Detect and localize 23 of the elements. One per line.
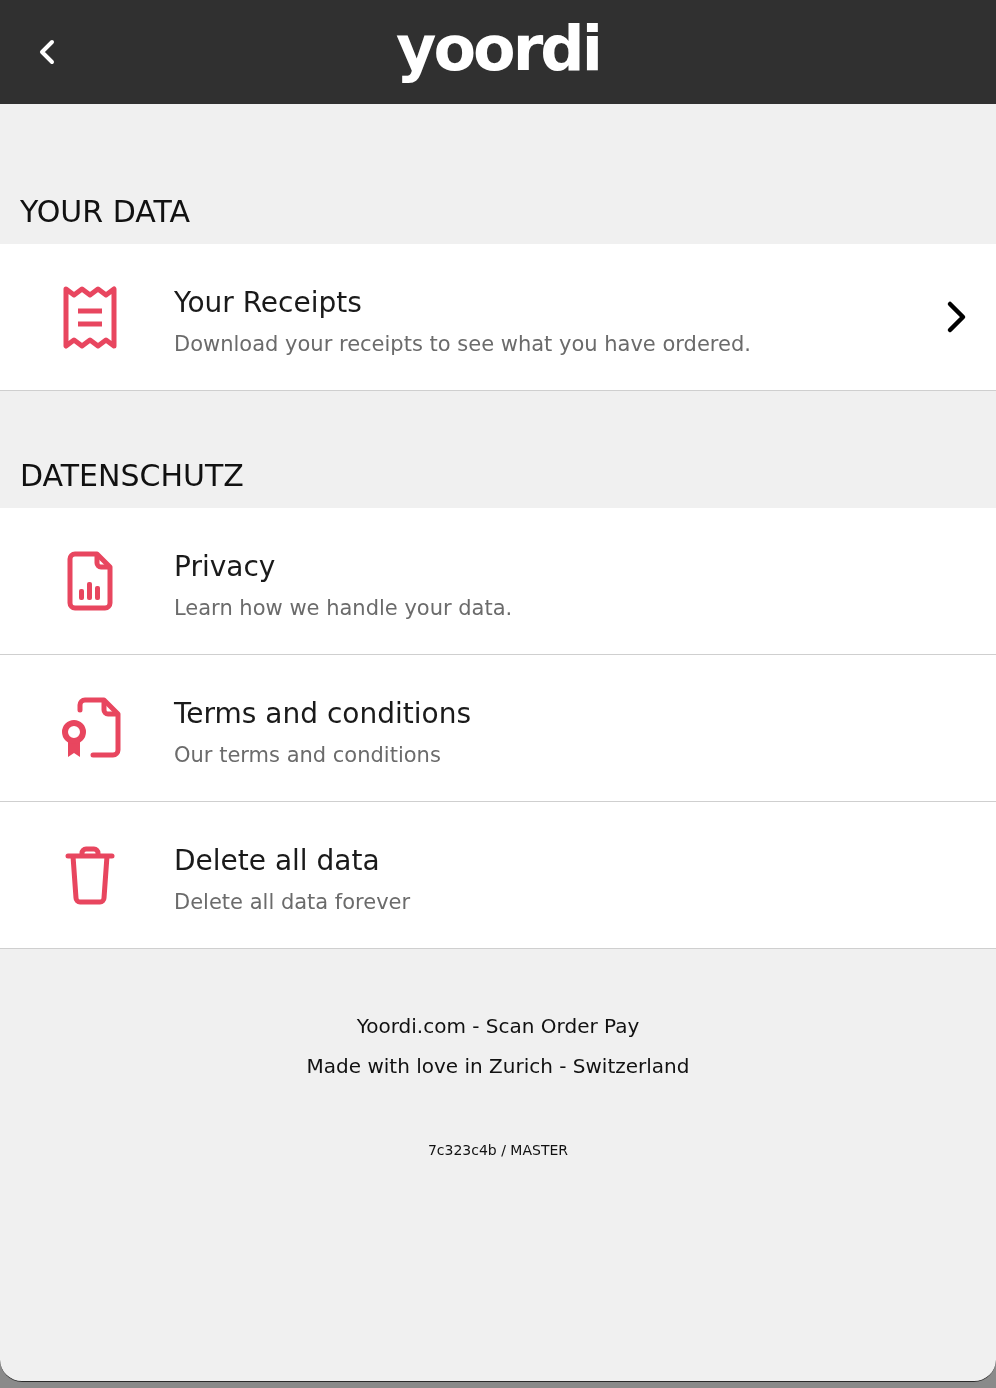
list-item[interactable]: Privacy Learn how we handle your data. bbox=[0, 508, 996, 655]
item-title: Terms and conditions bbox=[174, 696, 472, 732]
item-description: Our terms and conditions bbox=[174, 742, 442, 769]
item-title: Your Receipts bbox=[174, 285, 363, 321]
document-chart-icon bbox=[67, 551, 113, 611]
list-item[interactable]: Your Receipts Download your receipts to see what you have ordered. bbox=[0, 244, 996, 391]
item-title: Delete all data bbox=[174, 843, 381, 879]
section-title: DATENSCHUTZ bbox=[20, 458, 244, 494]
item-description: Download your receipts to see what you have ordered. bbox=[174, 331, 752, 358]
trash-icon bbox=[65, 845, 115, 905]
footer-text: Yoordi.com - Scan Order Pay bbox=[356, 1013, 640, 1040]
receipt-icon bbox=[63, 285, 117, 349]
version-label: 7c323c4b / MASTER bbox=[427, 1141, 569, 1160]
list-item[interactable]: Terms and conditions Our terms and conditions bbox=[0, 655, 996, 802]
back-icon bbox=[39, 39, 55, 65]
certificate-document-icon bbox=[59, 697, 121, 759]
item-description: Learn how we handle your data. bbox=[174, 595, 514, 622]
item-description: Delete all data forever bbox=[174, 889, 412, 916]
logo: yoordi bbox=[396, 14, 600, 84]
list-item[interactable]: Delete all data Delete all data forever bbox=[0, 802, 996, 949]
section-title: YOUR DATA bbox=[20, 194, 190, 230]
footer-text: Made with love in Zurich - Switzerland bbox=[306, 1053, 690, 1080]
item-title: Privacy bbox=[174, 549, 277, 585]
